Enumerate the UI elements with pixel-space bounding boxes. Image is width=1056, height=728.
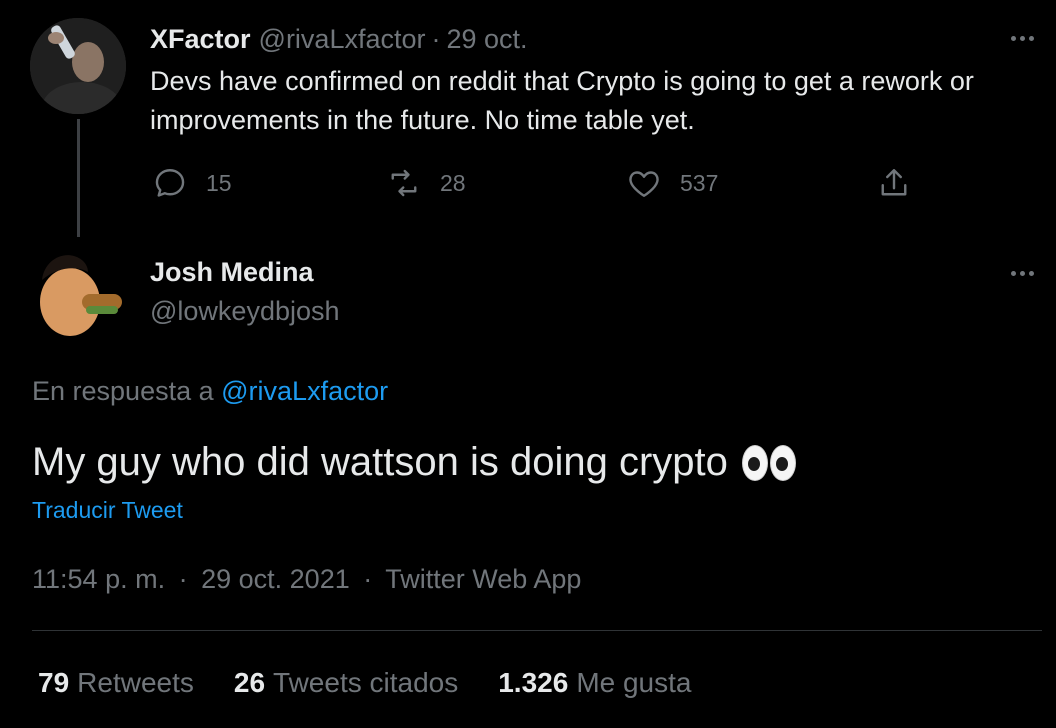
reply-count: 15 <box>206 169 232 196</box>
reply-mention-link[interactable]: @rivaLxfactor <box>221 376 388 406</box>
likes-label: Me gusta <box>576 667 692 698</box>
reply-button[interactable]: 15 <box>152 163 232 203</box>
quotes-label: Tweets citados <box>273 667 459 698</box>
xfactor-avatar[interactable] <box>30 18 126 114</box>
like-count: 537 <box>680 169 719 196</box>
tweet-date[interactable]: 29 oct. 2021 <box>201 564 350 594</box>
parent-display-name[interactable]: XFactor <box>150 24 251 55</box>
tweet-time[interactable]: 11:54 p. m. <box>32 564 165 594</box>
avatar-image <box>30 18 126 114</box>
reply-prefix: En respuesta a <box>32 376 214 406</box>
retweet-button[interactable]: 28 <box>386 163 466 203</box>
reply-context: En respuesta a @rivaLxfactor <box>32 376 388 407</box>
like-icon <box>629 171 659 197</box>
eyes-emoji <box>741 444 796 481</box>
share-icon <box>881 169 907 196</box>
parent-tweet-header: XFactor @rivaLxfactor · 29 oct. <box>150 22 528 56</box>
retweet-count: 28 <box>440 169 466 196</box>
tweet-thread: XFactor @rivaLxfactor · 29 oct. Devs hav… <box>0 0 1056 728</box>
separator-dot: · <box>363 564 373 594</box>
reply-icon <box>155 169 185 197</box>
quote-tweets-stat[interactable]: 26 Tweets citados <box>234 667 458 699</box>
tweet-metadata: 11:54 p. m. · 29 oct. 2021 · Twitter Web… <box>32 564 581 595</box>
separator-dot: · <box>431 23 441 54</box>
share-button[interactable] <box>876 163 912 203</box>
main-tweet-text: My guy who did wattson is doing crypto <box>32 440 796 485</box>
tweet-stats: 79 Retweets 26 Tweets citados 1.326 Me gust… <box>38 667 691 699</box>
tweet-source[interactable]: Twitter Web App <box>385 564 581 594</box>
parent-date[interactable]: 29 oct. <box>447 24 528 55</box>
quotes-count: 26 <box>233 667 266 698</box>
main-handle[interactable]: @lowkeydbjosh <box>150 296 340 327</box>
more-icon[interactable] <box>1004 263 1040 283</box>
josh-medina-avatar[interactable] <box>30 244 126 340</box>
more-icon[interactable] <box>1004 28 1040 48</box>
divider <box>32 630 1042 631</box>
retweets-label: Retweets <box>77 667 194 698</box>
like-button[interactable]: 537 <box>626 163 718 203</box>
retweets-stat[interactable]: 79 Retweets <box>38 667 194 699</box>
likes-count: 1.326 <box>498 667 569 698</box>
thread-connector <box>77 119 80 237</box>
parent-tweet-text: Devs have confirmed on reddit that Crypt… <box>150 66 974 135</box>
main-display-name[interactable]: Josh Medina <box>150 257 314 288</box>
translate-tweet-link[interactable]: Traducir Tweet <box>32 497 183 524</box>
likes-stat[interactable]: 1.326 Me gusta <box>498 667 691 699</box>
retweets-count: 79 <box>38 667 70 698</box>
avatar-image <box>30 244 126 340</box>
separator-dot: · <box>178 564 188 594</box>
parent-handle[interactable]: @rivaLxfactor <box>259 24 426 55</box>
main-tweet-body: My guy who did wattson is doing crypto <box>32 440 728 484</box>
retweet-icon <box>391 169 417 197</box>
